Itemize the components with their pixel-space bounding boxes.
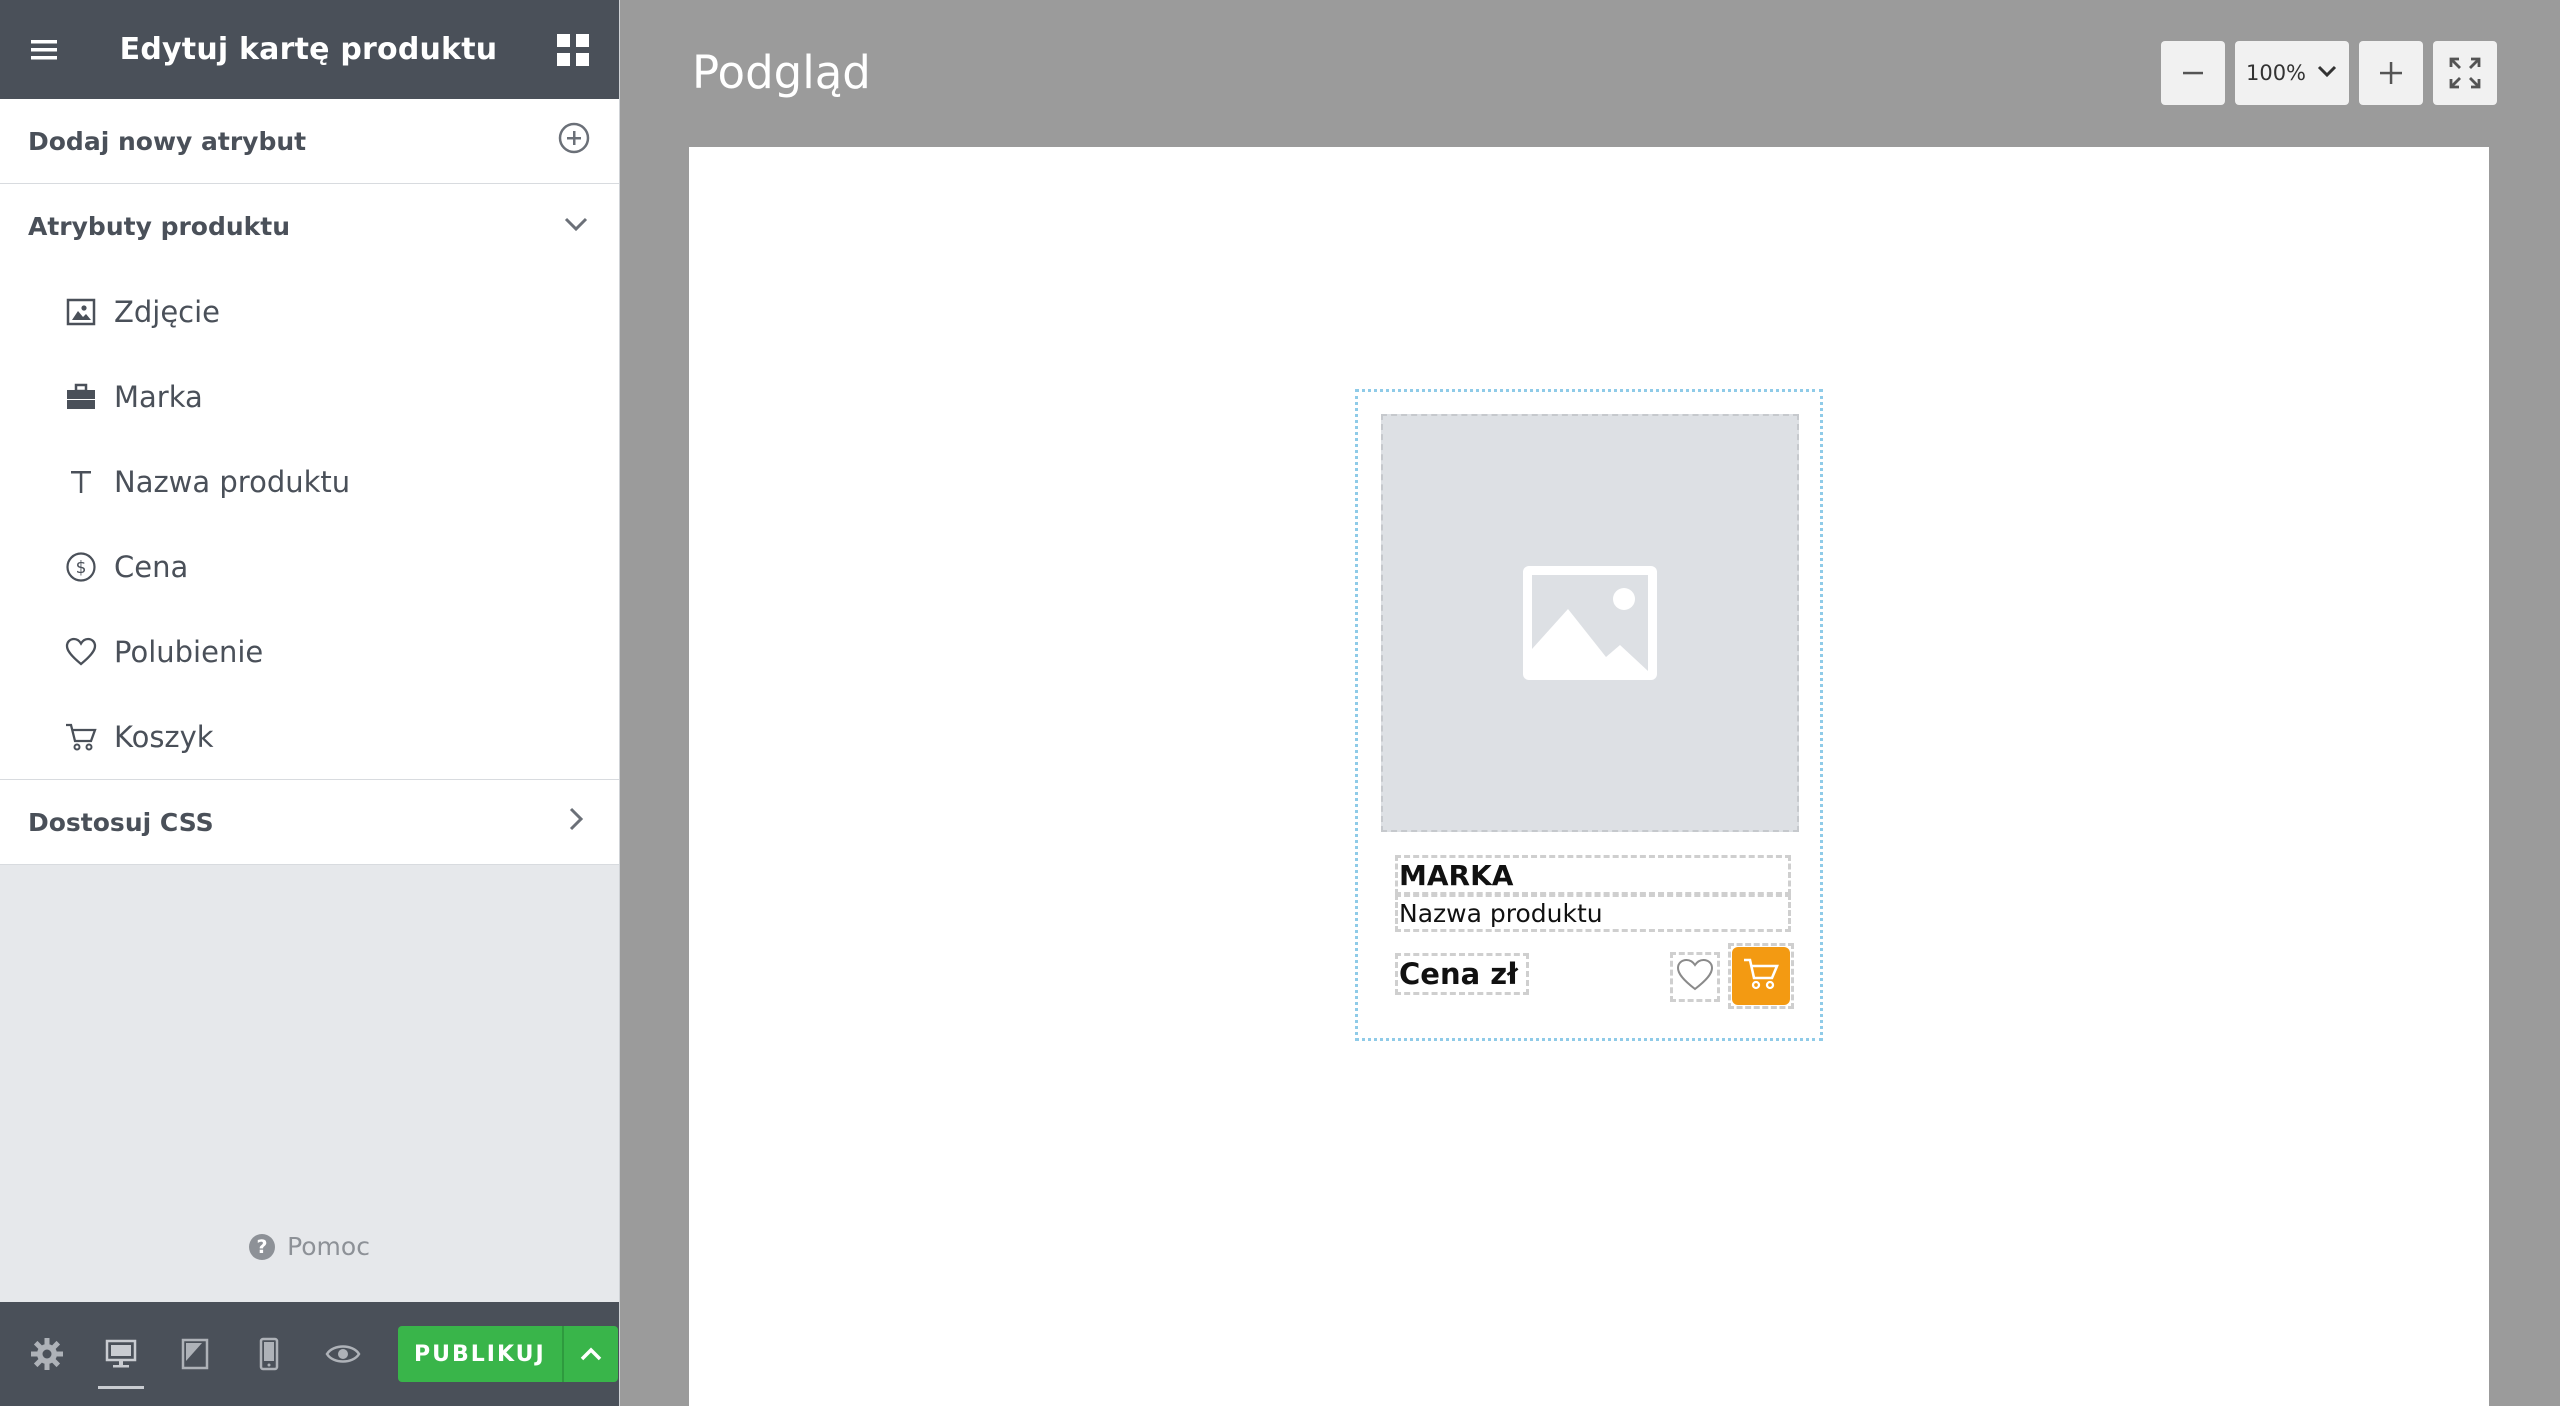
fullscreen-button[interactable] [2433,41,2497,105]
image-placeholder-icon [1523,566,1657,680]
question-icon: ? [249,1233,276,1260]
cart-icon [1742,956,1780,996]
attribute-label: Koszyk [114,719,214,754]
add-attribute-label: Dodaj nowy atrybut [28,126,307,156]
menu-icon[interactable] [28,35,62,65]
attribute-label: Cena [114,549,189,584]
attribute-item-product-name[interactable]: Nazwa produktu [0,439,619,524]
sidebar-footer: PUBLIKUJ [0,1302,619,1406]
mobile-view-icon[interactable] [246,1331,292,1377]
zoom-out-button[interactable] [2161,41,2225,105]
sidebar-header: Edytuj kartę produktu [0,0,619,99]
attribute-item-cart[interactable]: Koszyk [0,694,619,779]
page-title: Podgląd [692,46,871,99]
desktop-view-icon[interactable] [98,1331,144,1389]
product-price[interactable]: Cena zł [1395,953,1529,995]
zoom-level-select[interactable]: 100% [2235,41,2349,105]
attribute-label: Nazwa produktu [114,464,351,499]
attribute-item-brand[interactable]: Marka [0,354,619,439]
grid-icon[interactable] [555,32,591,68]
cart-icon [64,720,98,754]
eye-preview-icon[interactable] [320,1331,366,1377]
add-to-cart-wrapper [1728,943,1794,1009]
product-name[interactable]: Nazwa produktu [1395,894,1791,932]
sidebar-panel: Dodaj nowy atrybut Atrybuty produktu Zdj… [0,99,619,865]
like-button[interactable] [1670,952,1720,1002]
chevron-down-icon [2316,60,2338,87]
heart-icon [64,635,98,669]
attributes-list: Zdjęcie Marka Nazwa produktu $ Cena Polu… [0,269,619,780]
product-image-placeholder[interactable] [1381,414,1799,832]
attributes-section-label: Atrybuty produktu [28,212,291,241]
heart-icon [1676,958,1714,996]
attributes-section-header[interactable]: Atrybuty produktu [0,184,619,269]
attribute-label: Polubienie [114,634,264,669]
chevron-up-icon[interactable] [561,1326,618,1382]
expand-icon [2449,57,2481,89]
chevron-right-icon[interactable] [561,804,591,840]
add-attribute-row[interactable]: Dodaj nowy atrybut [0,99,619,184]
css-section-header[interactable]: Dostosuj CSS [0,780,619,865]
tablet-view-icon[interactable] [172,1331,218,1377]
settings-gear-icon[interactable] [24,1331,70,1377]
plus-circle-icon[interactable] [557,121,591,161]
attribute-item-like[interactable]: Polubienie [0,609,619,694]
chevron-down-icon[interactable] [561,209,591,245]
sidebar: Edytuj kartę produktu Dodaj nowy atrybut… [0,0,620,1406]
svg-text:$: $ [76,558,87,578]
help-link[interactable]: ? Pomoc [0,1232,619,1261]
add-to-cart-button[interactable] [1732,947,1790,1005]
attribute-label: Marka [114,379,203,414]
publish-button-group: PUBLIKUJ [398,1326,618,1382]
help-label: Pomoc [287,1232,370,1261]
image-icon [64,295,98,329]
sidebar-title: Edytuj kartę produktu [119,32,498,67]
text-icon [64,465,98,499]
css-section-label: Dostosuj CSS [28,807,214,837]
publish-button[interactable]: PUBLIKUJ [398,1326,562,1382]
attribute-item-image[interactable]: Zdjęcie [0,269,619,354]
product-brand[interactable]: MARKA [1395,855,1791,895]
product-card-preview[interactable]: MARKA Nazwa produktu Cena zł [1355,389,1823,1041]
attribute-item-price[interactable]: $ Cena [0,524,619,609]
attribute-label: Zdjęcie [114,294,221,329]
zoom-controls: 100% [2161,41,2497,105]
briefcase-icon [64,380,98,414]
zoom-level-value: 100% [2245,61,2307,85]
dollar-circle-icon: $ [64,550,98,584]
zoom-in-button[interactable] [2359,41,2423,105]
